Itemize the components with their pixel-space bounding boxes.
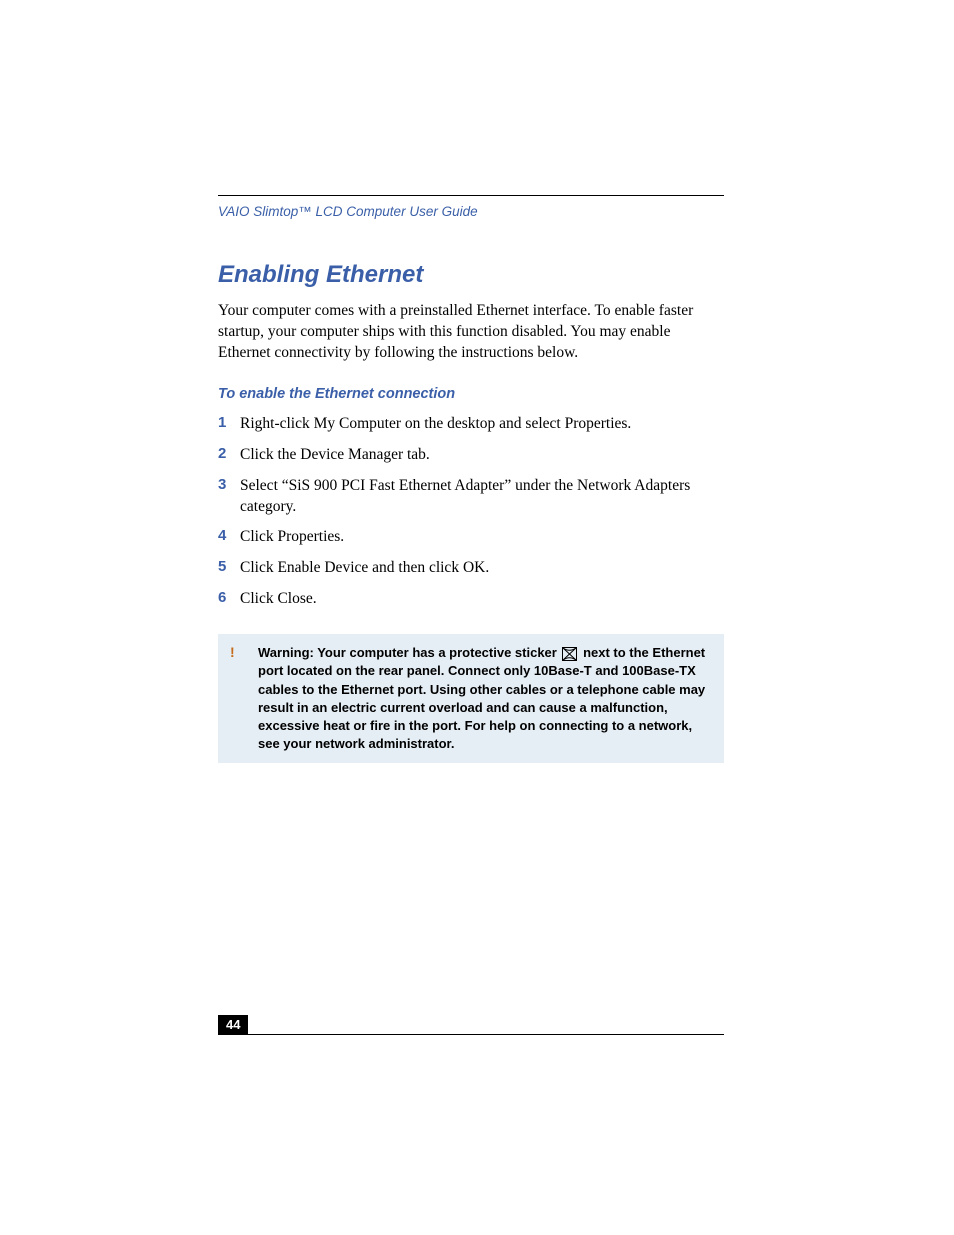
footer-rule xyxy=(218,1034,724,1035)
step-number: 4 xyxy=(218,527,240,548)
step-text: Click Properties. xyxy=(240,527,344,548)
header-guide-title: VAIO Slimtop™ LCD Computer User Guide xyxy=(218,204,724,219)
step-text: Click Close. xyxy=(240,589,317,610)
section-intro: Your computer comes with a preinstalled … xyxy=(218,301,724,364)
warning-text: Warning: Your computer has a protective … xyxy=(258,644,712,753)
step-text: Click Enable Device and then click OK. xyxy=(240,558,489,579)
header-rule xyxy=(218,195,724,196)
sticker-icon xyxy=(562,647,577,661)
list-item: 2 Click the Device Manager tab. xyxy=(218,445,724,466)
section-title: Enabling Ethernet xyxy=(218,261,724,289)
list-item: 5 Click Enable Device and then click OK. xyxy=(218,558,724,579)
warning-text-after: next to the Ethernet port located on the… xyxy=(258,645,705,751)
step-text: Right-click My Computer on the desktop a… xyxy=(240,414,631,435)
step-number: 6 xyxy=(218,589,240,610)
subsection-title: To enable the Ethernet connection xyxy=(218,386,724,402)
step-number: 5 xyxy=(218,558,240,579)
list-item: 3 Select “SiS 900 PCI Fast Ethernet Adap… xyxy=(218,476,724,518)
step-number: 3 xyxy=(218,476,240,518)
warning-text-before: Warning: Your computer has a protective … xyxy=(258,645,560,660)
step-text: Select “SiS 900 PCI Fast Ethernet Adapte… xyxy=(240,476,724,518)
warning-box: ! Warning: Your computer has a protectiv… xyxy=(218,634,724,763)
warning-mark-icon: ! xyxy=(230,644,258,753)
step-number: 1 xyxy=(218,414,240,435)
page-number: 44 xyxy=(218,1015,248,1034)
list-item: 1 Right-click My Computer on the desktop… xyxy=(218,414,724,435)
footer: 44 xyxy=(218,1015,724,1035)
step-number: 2 xyxy=(218,445,240,466)
step-text: Click the Device Manager tab. xyxy=(240,445,430,466)
list-item: 4 Click Properties. xyxy=(218,527,724,548)
step-list: 1 Right-click My Computer on the desktop… xyxy=(218,414,724,610)
list-item: 6 Click Close. xyxy=(218,589,724,610)
